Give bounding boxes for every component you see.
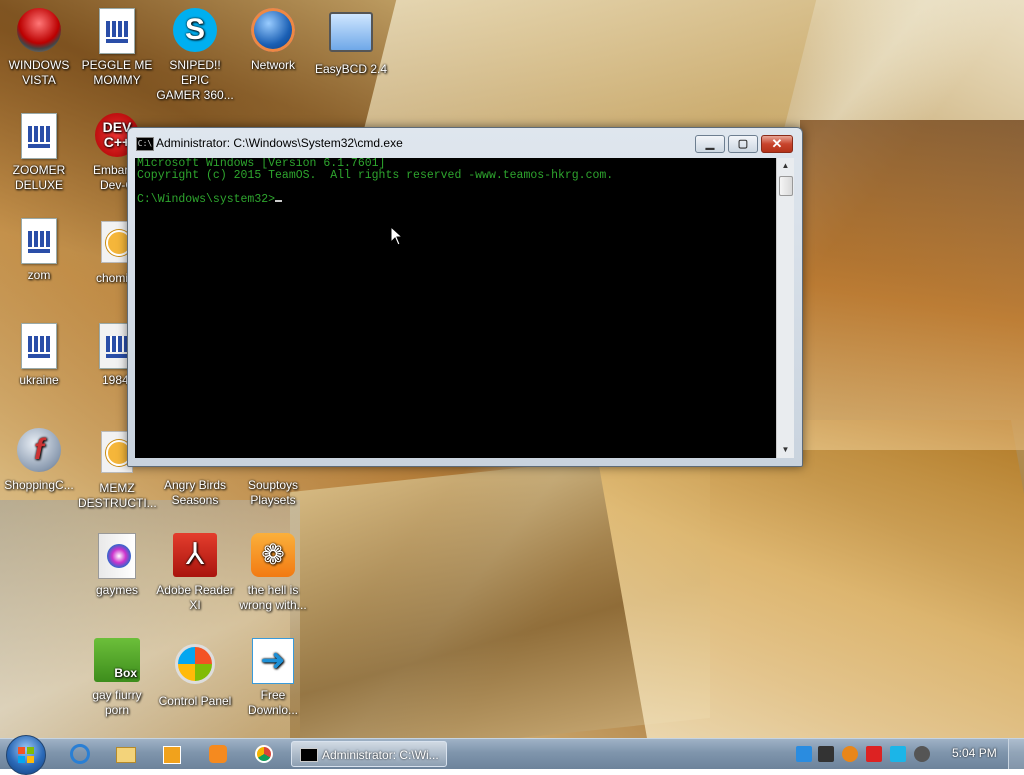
scroll-down-arrow-icon[interactable]: ▼ [777, 442, 794, 458]
tray-volume-icon[interactable] [914, 746, 930, 762]
vista-icon [17, 8, 61, 52]
tray-display-icon[interactable] [890, 746, 906, 762]
icon-label: WINDOWS VISTA [8, 58, 70, 87]
document-icon [21, 113, 57, 159]
window-titlebar[interactable]: C:\ Administrator: C:\Windows\System32\c… [128, 128, 802, 158]
flash-icon: f [17, 428, 61, 472]
console-prompt-line: C:\Windows\system32> [135, 194, 776, 206]
console-line: Copyright (c) 2015 TeamOS. All rights re… [137, 169, 614, 182]
desktop-icon-windows-vista[interactable]: WINDOWS VISTA [0, 8, 78, 88]
desktop-icon-ukraine[interactable]: ukraine [0, 323, 78, 388]
icon-label: gaymes [95, 583, 139, 597]
wallpaper-plate [800, 120, 1024, 450]
desktop-icon-zoomer-deluxe[interactable]: ZOOMER DELUXE [0, 113, 78, 193]
icon-label: Souptoys Playsets [247, 478, 299, 507]
icon-label: MEMZ DESTRUCTI... [78, 481, 157, 510]
mouse-pointer-icon [390, 226, 404, 246]
desktop-icon-adobe-reader[interactable]: ⅄ Adobe Reader XI [156, 533, 234, 613]
taskbar: Administrator: C:\Wi... 5:04 PM [0, 735, 1024, 775]
document-icon [21, 323, 57, 369]
icon-label: the hell is wrong with... [239, 583, 307, 612]
desktop-icon-free-download[interactable]: ➜ Free Downlo... [234, 638, 312, 718]
icon-label: Control Panel [158, 694, 232, 708]
scroll-up-arrow-icon[interactable]: ▲ [777, 158, 794, 174]
tray-flag-icon[interactable] [866, 746, 882, 762]
system-tray [794, 744, 934, 764]
skype-icon: S [173, 8, 217, 52]
start-button[interactable] [6, 735, 46, 775]
wallpaper-plate [363, 0, 817, 130]
document-icon [99, 8, 135, 54]
file-explorer-icon[interactable] [114, 743, 138, 765]
tray-tool-icon[interactable] [818, 746, 834, 762]
console-prompt: C:\Windows\system32> [137, 193, 276, 206]
desktop-icon-easybcd[interactable]: EasyBCD 2.4 [312, 8, 390, 77]
wallpaper-plate [590, 420, 1024, 738]
tray-search-icon[interactable] [842, 746, 858, 762]
taskbar-task-cmd[interactable]: Administrator: C:\Wi... [291, 741, 447, 767]
close-icon: ✕ [771, 136, 783, 151]
adobe-reader-icon: ⅄ [173, 533, 217, 577]
desktop-icon-gaymes[interactable]: gaymes [78, 533, 156, 598]
maximize-button[interactable]: ▢ [728, 135, 758, 153]
internet-explorer-icon[interactable] [68, 743, 92, 765]
document-icon [21, 218, 57, 264]
cmd-icon [300, 748, 318, 762]
close-button[interactable]: ✕ [761, 135, 793, 153]
icon-label: PEGGLE ME MOMMY [81, 58, 153, 87]
icon-label: ZOOMER DELUXE [12, 163, 66, 192]
folder-icon [98, 533, 136, 579]
icon-label: SNIPED!! EPIC GAMER 360... [156, 58, 234, 102]
icon-label: ukraine [19, 373, 59, 387]
icon-label: Adobe Reader XI [156, 583, 234, 612]
text-cursor [275, 200, 283, 202]
vertical-scrollbar[interactable]: ▲ ▼ [776, 158, 794, 458]
box-game-icon: Box [94, 638, 140, 682]
cmd-icon: C:\ [136, 137, 154, 151]
maximize-icon: ▢ [737, 138, 749, 150]
window-title: Administrator: C:\Windows\System32\cmd.e… [156, 136, 403, 150]
icon-label: zom [27, 268, 51, 282]
taskbar-clock[interactable]: 5:04 PM [952, 746, 997, 760]
icon-label: Free Downlo... [247, 688, 299, 717]
taskbar-task-label: Administrator: C:\Wi... [322, 748, 439, 762]
desktop-icon-shoppingc[interactable]: f ShoppingC... [0, 428, 78, 493]
show-desktop-button[interactable] [1008, 739, 1024, 769]
icon-label: Angry Birds Seasons [163, 478, 227, 507]
icon-label: gay fiurry porn [92, 688, 142, 717]
desktop-icon-uc-browser[interactable]: ❁ the hell is wrong with... [234, 533, 312, 613]
chrome-icon[interactable] [252, 743, 276, 765]
desktop-icon-sniped[interactable]: S SNIPED!! EPIC GAMER 360... [156, 8, 234, 103]
desktop-icon-gay-fiurry-porn[interactable]: Box gay fiurry porn [78, 638, 156, 718]
control-panel-icon [175, 644, 215, 684]
uc-browser-taskbar-icon[interactable] [206, 743, 230, 765]
easybcd-icon [329, 12, 373, 52]
desktop-icon-network[interactable]: Network [234, 8, 312, 73]
console-output[interactable]: Microsoft Windows [Version 6.1.7601] Cop… [135, 158, 776, 458]
icon-label: EasyBCD 2.4 [314, 62, 388, 76]
network-icon [251, 8, 295, 52]
desktop-icon-peggle-me-mommy[interactable]: PEGGLE ME MOMMY [78, 8, 156, 88]
desktop-icon-control-panel[interactable]: Control Panel [156, 638, 234, 709]
desktop-icon-zom[interactable]: zom [0, 218, 78, 283]
minimize-icon: ▁ [705, 138, 715, 150]
scrollbar-thumb[interactable] [779, 176, 793, 196]
free-download-icon: ➜ [252, 638, 294, 684]
uc-browser-icon: ❁ [251, 533, 295, 577]
minimize-button[interactable]: ▁ [695, 135, 725, 153]
icon-label: Network [250, 58, 295, 72]
cmd-window[interactable]: C:\ Administrator: C:\Windows\System32\c… [127, 127, 803, 467]
media-player-icon[interactable] [160, 743, 184, 765]
tray-network-icon[interactable] [796, 746, 812, 762]
icon-label: ShoppingC... [4, 478, 74, 492]
